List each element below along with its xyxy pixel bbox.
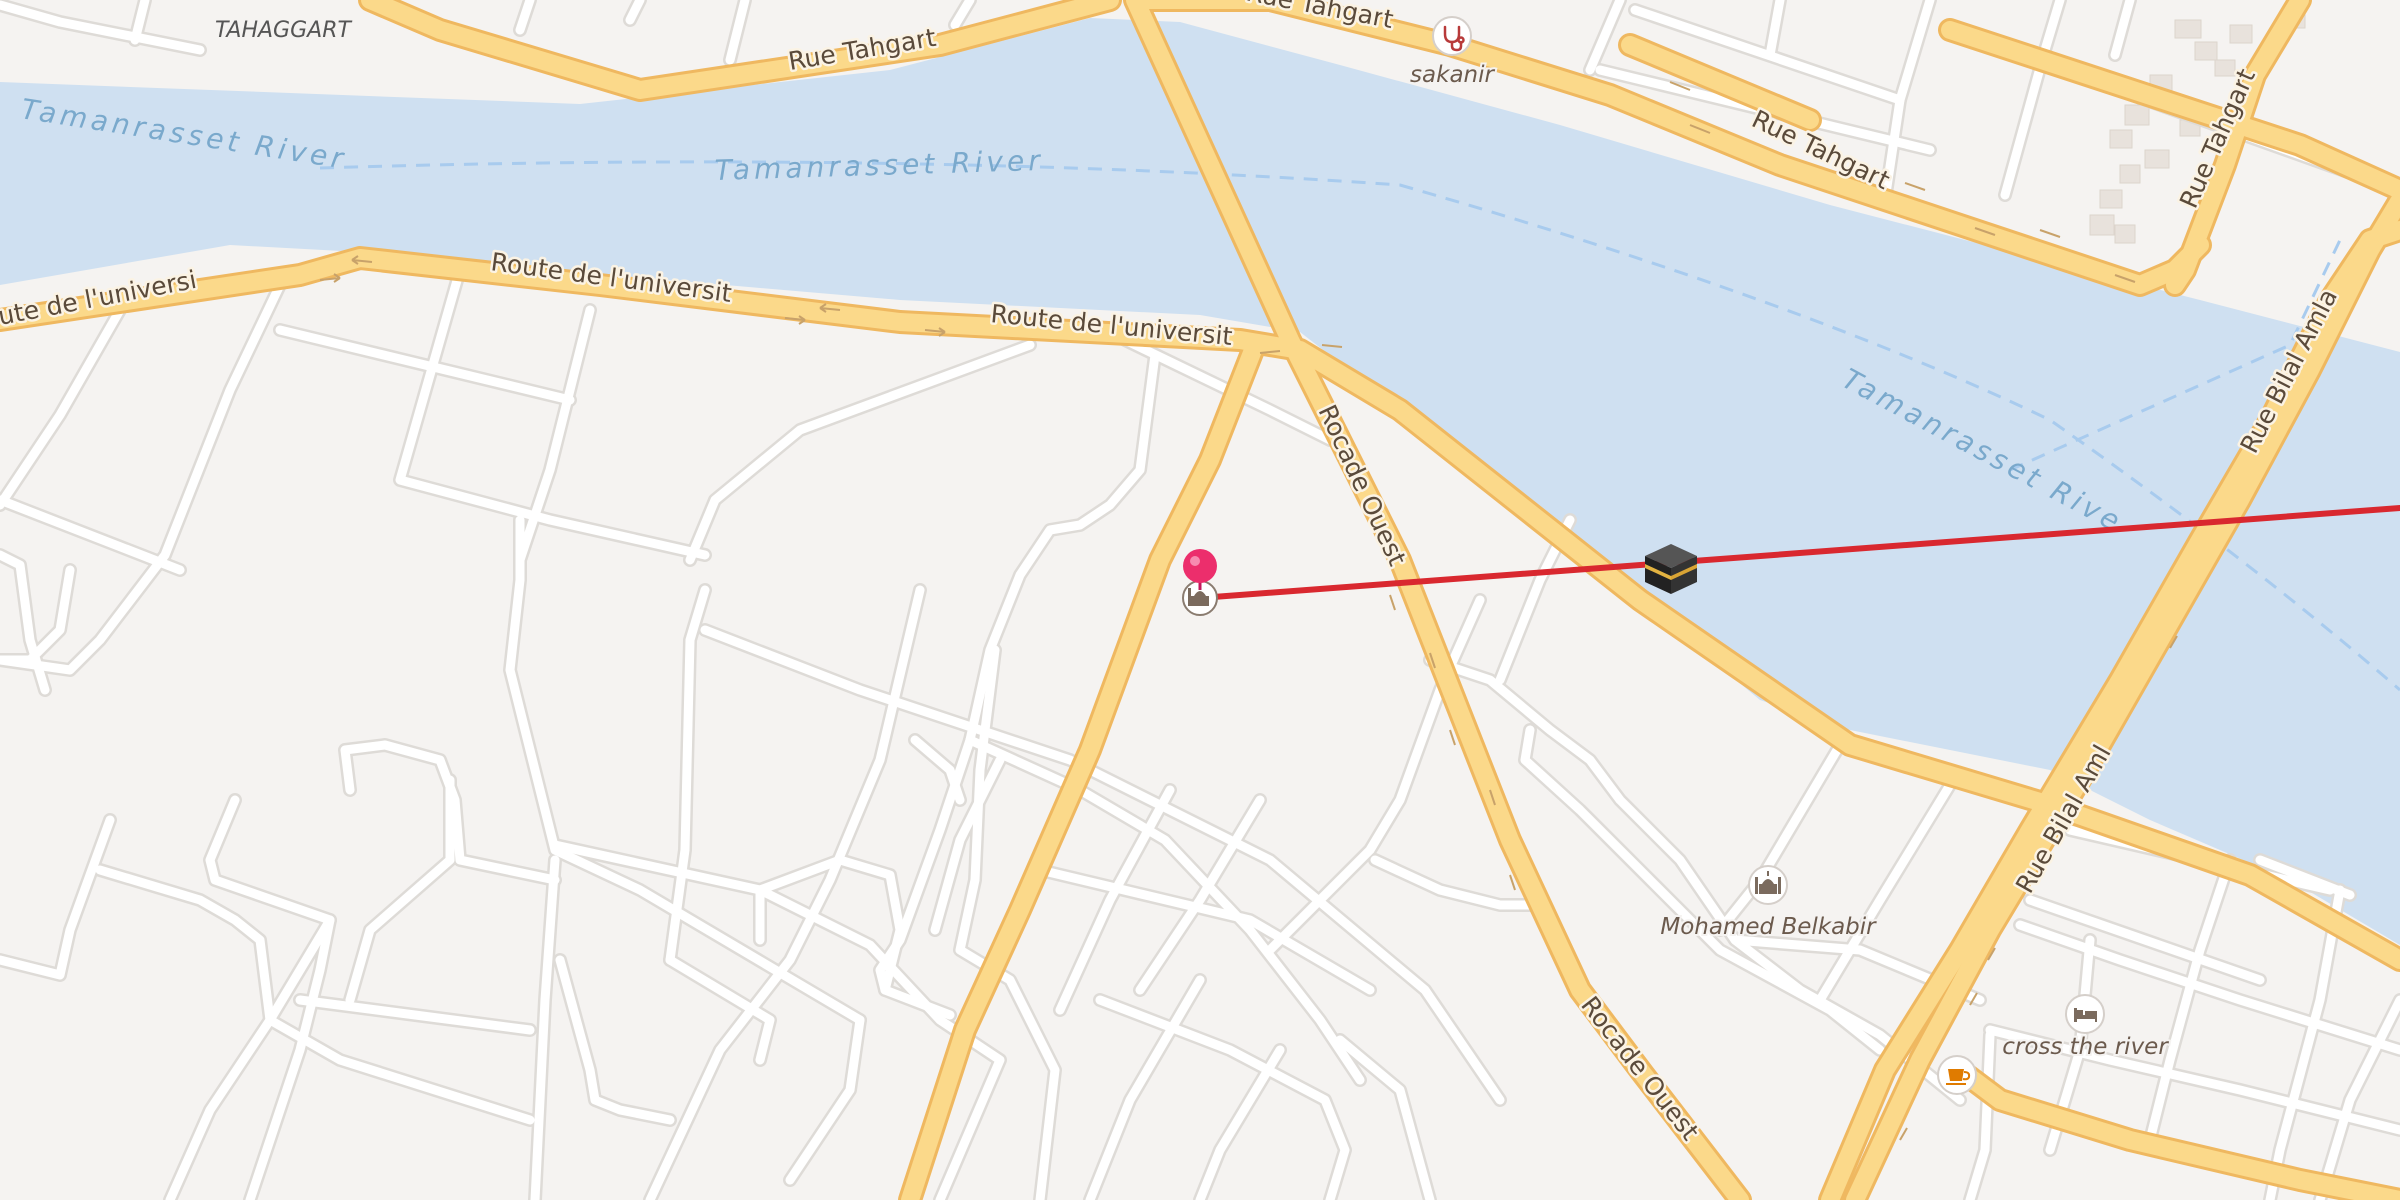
poi-label: sakanir <box>1410 62 1495 88</box>
poi-cafe[interactable] <box>1937 1055 1977 1095</box>
place-label: TAHAGGART <box>215 18 352 43</box>
poi-label: cross the river <box>2002 1034 2169 1060</box>
poi-label: Mohamed Belkabir <box>1660 914 1877 940</box>
map-canvas[interactable]: Tamanrasset River Tamanrasset River Tama… <box>0 0 2400 1200</box>
